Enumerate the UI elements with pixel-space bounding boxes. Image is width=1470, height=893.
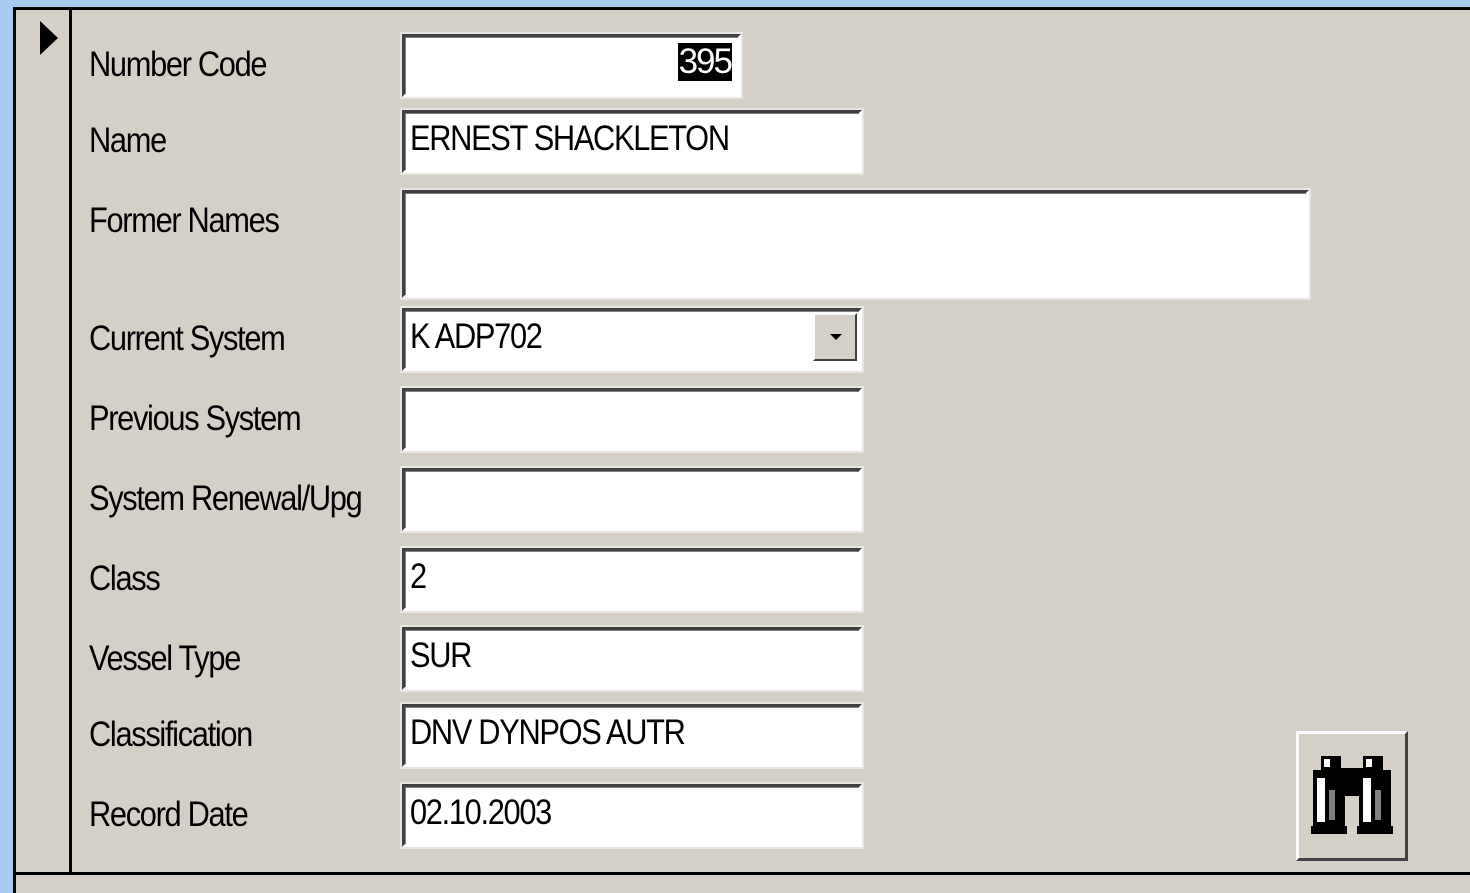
vessel-type-label: Vessel Type bbox=[89, 639, 241, 678]
binoculars-icon bbox=[1311, 756, 1393, 834]
name-value: ERNEST SHACKLETON bbox=[410, 119, 730, 158]
number-code-value: 395 bbox=[677, 42, 733, 81]
record-selector[interactable] bbox=[16, 10, 72, 872]
former-names-label: Former Names bbox=[89, 201, 280, 240]
current-system-select[interactable]: K ADP702 bbox=[400, 306, 864, 373]
class-label: Class bbox=[89, 559, 161, 598]
find-button[interactable] bbox=[1296, 731, 1408, 861]
record-selector-arrow-icon bbox=[40, 21, 58, 55]
name-label: Name bbox=[89, 121, 167, 160]
form-footer-strip bbox=[16, 875, 1470, 893]
window-left-border bbox=[0, 0, 13, 893]
record-date-label: Record Date bbox=[89, 795, 249, 834]
current-system-value: K ADP702 bbox=[410, 317, 543, 356]
number-code-input[interactable]: 395 bbox=[400, 32, 743, 99]
name-input[interactable]: ERNEST SHACKLETON bbox=[400, 108, 864, 175]
previous-system-input[interactable] bbox=[400, 386, 864, 453]
window-top-border bbox=[0, 0, 1470, 7]
record-date-input[interactable]: 02.10.2003 bbox=[400, 782, 864, 849]
chevron-down-icon bbox=[830, 334, 842, 340]
number-code-label: Number Code bbox=[89, 45, 268, 84]
system-renewal-input[interactable] bbox=[400, 466, 864, 533]
record-date-value: 02.10.2003 bbox=[410, 793, 552, 832]
former-names-input[interactable] bbox=[400, 188, 1311, 300]
current-system-dropdown-button[interactable] bbox=[813, 313, 857, 361]
class-input[interactable]: 2 bbox=[400, 546, 864, 613]
system-renewal-label-text: System Renewal/Upg bbox=[89, 479, 363, 518]
vessel-type-value: SUR bbox=[410, 636, 472, 675]
classification-label: Classification bbox=[89, 715, 253, 754]
classification-input[interactable]: DNV DYNPOS AUTR bbox=[400, 702, 864, 769]
previous-system-label: Previous System bbox=[89, 399, 302, 438]
current-system-label: Current System bbox=[89, 319, 286, 358]
class-value: 2 bbox=[410, 557, 427, 596]
vessel-type-input[interactable]: SUR bbox=[400, 625, 864, 692]
classification-value: DNV DYNPOS AUTR bbox=[410, 713, 686, 752]
system-renewal-label: System Renewal/Upg bbox=[89, 479, 388, 519]
